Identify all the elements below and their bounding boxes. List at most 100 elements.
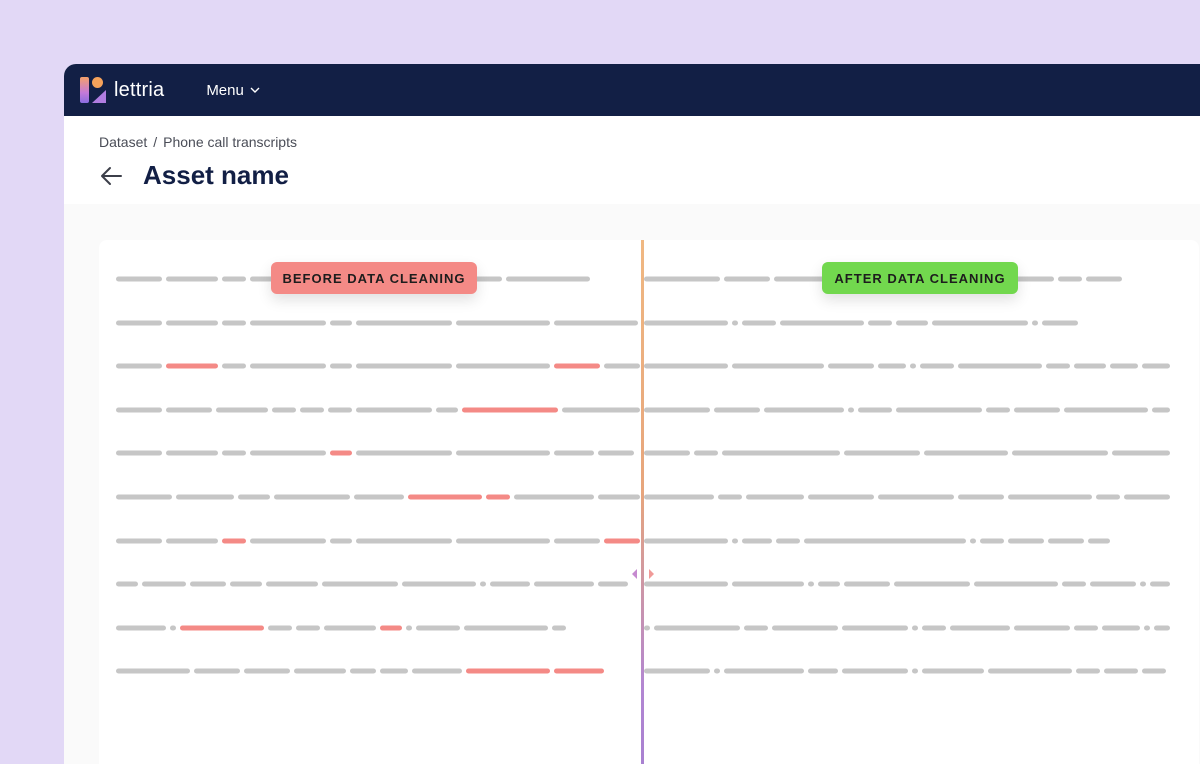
text-placeholder-segment [354, 495, 404, 500]
error-highlight-segment [166, 364, 218, 369]
text-placeholder-segment [848, 408, 854, 413]
text-placeholder-segment [922, 669, 984, 674]
text-placeholder-segment [894, 582, 970, 587]
compare-divider[interactable] [641, 240, 644, 764]
text-placeholder-segment [598, 451, 634, 456]
text-placeholder-segment [722, 451, 840, 456]
text-placeholder-segment [272, 408, 296, 413]
text-placeholder-segment [116, 539, 162, 544]
text-placeholder-segment [244, 669, 290, 674]
text-placeholder-segment [230, 582, 262, 587]
text-placeholder-segment [166, 321, 218, 326]
text-placeholder-segment [116, 364, 162, 369]
text-placeholder-segment [746, 495, 804, 500]
text-placeholder-segment [1014, 408, 1060, 413]
error-highlight-segment [554, 364, 600, 369]
text-placeholder-segment [910, 364, 916, 369]
breadcrumb-dataset[interactable]: Dataset [99, 134, 147, 150]
text-placeholder-segment [644, 669, 710, 674]
text-placeholder-segment [1074, 364, 1106, 369]
text-placeholder-segment [732, 364, 824, 369]
text-placeholder-segment [1154, 626, 1170, 631]
text-placeholder-segment [808, 669, 838, 674]
text-placeholder-segment [116, 582, 138, 587]
compare-slider-handle-icon [627, 567, 659, 581]
text-placeholder-segment [562, 408, 640, 413]
text-placeholder-segment [1014, 626, 1070, 631]
text-placeholder-segment [464, 626, 548, 631]
error-highlight-segment [330, 451, 352, 456]
text-placeholder-segment [190, 582, 226, 587]
text-placeholder-segment [896, 321, 928, 326]
text-placeholder-segment [732, 321, 738, 326]
text-placeholder-segment [986, 408, 1010, 413]
text-placeholder-segment [694, 451, 718, 456]
text-placeholder-segment [1142, 364, 1170, 369]
text-placeholder-segment [598, 495, 640, 500]
text-placeholder-segment [714, 408, 760, 413]
text-placeholder-segment [604, 364, 640, 369]
text-placeholder-segment [1008, 495, 1092, 500]
text-placeholder-segment [534, 582, 594, 587]
text-placeholder-segment [1102, 626, 1140, 631]
text-placeholder-segment [842, 669, 908, 674]
menu-label: Menu [206, 82, 244, 99]
text-placeholder-segment [328, 408, 352, 413]
text-placeholder-segment [714, 669, 720, 674]
text-placeholder-segment [274, 495, 350, 500]
text-placeholder-segment [480, 582, 486, 587]
text-placeholder-segment [920, 364, 954, 369]
error-highlight-segment [380, 626, 402, 631]
breadcrumb-current[interactable]: Phone call transcripts [163, 134, 297, 150]
text-placeholder-segment [142, 582, 186, 587]
text-placeholder-segment [1142, 669, 1166, 674]
text-placeholder-segment [356, 451, 452, 456]
text-placeholder-segment [644, 451, 690, 456]
logo-text: lettria [114, 79, 164, 102]
text-placeholder-segment [166, 277, 218, 282]
text-placeholder-segment [350, 669, 376, 674]
text-placeholder-segment [554, 539, 600, 544]
comparison-panel: BEFORE DATA CLEANING AFTER DATA CLEANING [99, 240, 1199, 764]
logo[interactable]: lettria [80, 77, 164, 103]
text-placeholder-segment [166, 451, 218, 456]
text-placeholder-segment [1048, 539, 1084, 544]
compare-slider-handle[interactable] [627, 567, 659, 581]
text-placeholder-segment [974, 582, 1058, 587]
text-placeholder-segment [222, 277, 246, 282]
text-placeholder-segment [1076, 669, 1100, 674]
text-placeholder-segment [456, 321, 550, 326]
text-placeholder-segment [330, 321, 352, 326]
text-placeholder-segment [844, 582, 890, 587]
text-placeholder-segment [554, 321, 638, 326]
text-placeholder-segment [266, 582, 318, 587]
text-placeholder-segment [932, 321, 1028, 326]
text-placeholder-segment [844, 451, 920, 456]
text-placeholder-segment [970, 539, 976, 544]
arrow-left-icon [99, 166, 123, 186]
text-placeholder-segment [456, 364, 550, 369]
text-placeholder-segment [194, 669, 240, 674]
text-placeholder-segment [268, 626, 292, 631]
menu-button[interactable]: Menu [206, 82, 260, 99]
text-placeholder-segment [356, 408, 432, 413]
error-highlight-segment [466, 669, 550, 674]
text-placeholder-segment [896, 408, 982, 413]
text-placeholder-segment [296, 626, 320, 631]
text-placeholder-segment [554, 451, 594, 456]
text-placeholder-segment [222, 364, 246, 369]
text-placeholder-segment [1144, 626, 1150, 631]
text-placeholder-segment [1150, 582, 1170, 587]
text-placeholder-segment [250, 451, 326, 456]
before-cleaning-tag: BEFORE DATA CLEANING [271, 262, 477, 294]
back-button[interactable] [99, 163, 125, 189]
text-placeholder-segment [1096, 495, 1120, 500]
text-placeholder-segment [988, 669, 1072, 674]
text-placeholder-segment [742, 539, 772, 544]
text-placeholder-segment [912, 626, 918, 631]
text-placeholder-segment [238, 495, 270, 500]
text-placeholder-segment [300, 408, 324, 413]
text-placeholder-segment [1110, 364, 1138, 369]
text-placeholder-segment [250, 321, 326, 326]
top-navbar: lettria Menu [64, 64, 1200, 116]
